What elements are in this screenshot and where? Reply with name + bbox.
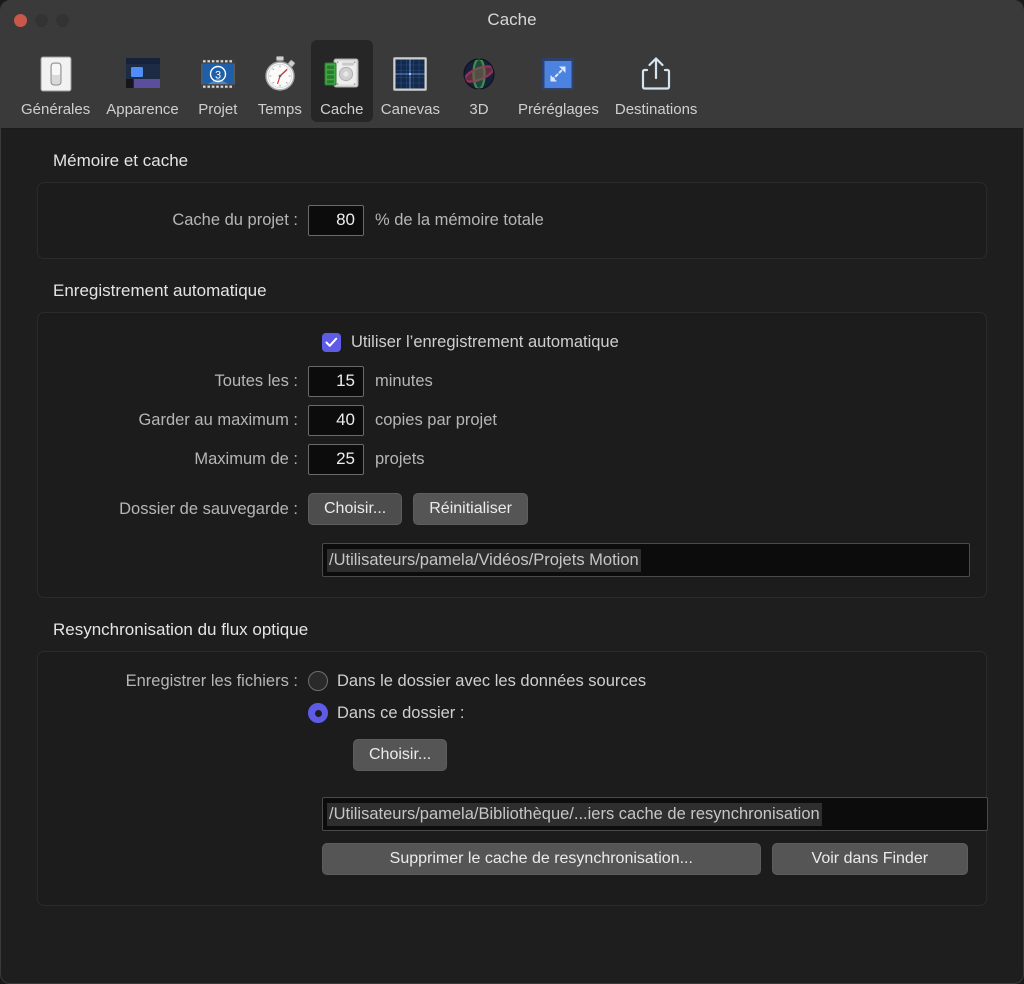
autosave-choose-button[interactable]: Choisir... [308, 493, 402, 525]
tab-generales[interactable]: Générales [13, 40, 98, 122]
autosave-max-copies-row: Garder au maximum : copies par projet [56, 405, 968, 436]
tab-label: Apparence [106, 101, 179, 118]
retiming-option-this-folder-row[interactable]: Dans ce dossier : [56, 703, 968, 723]
retiming-option-source-label: Dans le dossier avec les données sources [337, 672, 646, 691]
autosave-interval-input[interactable] [308, 366, 364, 397]
project-cache-label: Cache du projet : [56, 211, 308, 230]
share-export-icon [633, 51, 679, 97]
hard-disk-icon [319, 51, 365, 97]
tab-3d[interactable]: 3D [448, 40, 510, 122]
close-button[interactable] [14, 14, 27, 27]
section-title-memory: Mémoire et cache [53, 151, 987, 171]
retiming-path-value: /Utilisateurs/pamela/Bibliothèque/...ier… [327, 803, 822, 826]
tab-label: 3D [469, 101, 488, 118]
tab-cache[interactable]: Cache [311, 40, 373, 122]
retiming-path-field[interactable]: /Utilisateurs/pamela/Bibliothèque/...ier… [322, 797, 988, 831]
tab-projet[interactable]: 3 Projet [187, 40, 249, 122]
radio-this-folder-icon[interactable] [308, 703, 328, 723]
traffic-lights [1, 14, 69, 27]
project-cache-row: Cache du projet : % de la mémoire totale [56, 205, 968, 236]
tab-temps[interactable]: Temps [249, 40, 311, 122]
radio-source-folder-icon[interactable] [308, 671, 328, 691]
autosave-max-projects-row: Maximum de : projets [56, 444, 968, 475]
minimize-button[interactable] [35, 14, 48, 27]
retiming-action-buttons: Supprimer le cache de resynchronisation.… [322, 843, 968, 875]
autosave-reset-button[interactable]: Réinitialiser [413, 493, 528, 525]
tab-canevas[interactable]: Canevas [373, 40, 448, 122]
retiming-option-source-row[interactable]: Enregistrer les fichiers : Dans le dossi… [56, 671, 968, 691]
appearance-icon [120, 51, 166, 97]
autosave-path-value: /Utilisateurs/pamela/Vidéos/Projets Moti… [327, 549, 641, 572]
tab-destinations[interactable]: Destinations [607, 40, 706, 122]
autosave-max-projects-suffix: projets [375, 450, 425, 469]
autosave-interval-suffix: minutes [375, 372, 433, 391]
stopwatch-icon [257, 51, 303, 97]
autosave-interval-label: Toutes les : [56, 372, 308, 391]
retiming-reveal-finder-button[interactable]: Voir dans Finder [772, 843, 968, 875]
autosave-max-copies-suffix: copies par projet [375, 411, 497, 430]
retiming-delete-cache-button[interactable]: Supprimer le cache de resynchronisation.… [322, 843, 761, 875]
tab-label: Temps [258, 101, 302, 118]
autosave-group: Utiliser l’enregistrement automatique To… [37, 312, 987, 598]
canvas-grid-icon [387, 51, 433, 97]
tab-label: Projet [198, 101, 237, 118]
tab-label: Canevas [381, 101, 440, 118]
autosave-max-projects-label: Maximum de : [56, 450, 308, 469]
retiming-choose-button[interactable]: Choisir... [353, 739, 447, 771]
retiming-choose-row: Choisir... [56, 739, 968, 771]
title-bar: Cache [1, 1, 1023, 39]
autosave-folder-row: Dossier de sauvegarde : Choisir... Réini… [56, 493, 968, 525]
checkbox-icon[interactable] [322, 333, 341, 352]
autosave-enable-row[interactable]: Utiliser l’enregistrement automatique [56, 333, 968, 352]
retiming-option-this-folder-label: Dans ce dossier : [337, 704, 464, 723]
project-cache-suffix: % de la mémoire totale [375, 211, 544, 230]
maximize-button[interactable] [56, 14, 69, 27]
sphere-3d-icon [456, 51, 502, 97]
autosave-folder-label: Dossier de sauvegarde : [56, 500, 308, 519]
tab-apparence[interactable]: Apparence [98, 40, 187, 122]
switch-icon [33, 51, 79, 97]
preferences-content: Mémoire et cache Cache du projet : % de … [1, 129, 1023, 984]
tab-label: Générales [21, 101, 90, 118]
autosave-folder-buttons: Choisir... Réinitialiser [308, 493, 528, 525]
tab-label: Destinations [615, 101, 698, 118]
memory-group: Cache du projet : % de la mémoire totale [37, 182, 987, 259]
autosave-path-field[interactable]: /Utilisateurs/pamela/Vidéos/Projets Moti… [322, 543, 970, 577]
autosave-interval-row: Toutes les : minutes [56, 366, 968, 397]
tab-prereglages[interactable]: Préréglages [510, 40, 607, 122]
window-title: Cache [1, 10, 1023, 30]
tab-label: Cache [320, 101, 363, 118]
preferences-window: Cache Générales [0, 0, 1024, 984]
retiming-save-label: Enregistrer les fichiers : [56, 672, 308, 691]
resize-arrows-icon [535, 51, 581, 97]
retiming-group: Enregistrer les fichiers : Dans le dossi… [37, 651, 987, 906]
autosave-max-projects-input[interactable] [308, 444, 364, 475]
section-title-retiming: Resynchronisation du flux optique [53, 620, 987, 640]
autosave-max-copies-label: Garder au maximum : [56, 411, 308, 430]
svg-text:3: 3 [215, 70, 221, 82]
project-cache-input[interactable] [308, 205, 364, 236]
section-title-autosave: Enregistrement automatique [53, 281, 987, 301]
preferences-toolbar: Générales Apparence [1, 39, 1023, 129]
autosave-enable-label: Utiliser l’enregistrement automatique [351, 333, 619, 352]
autosave-max-copies-input[interactable] [308, 405, 364, 436]
film-strip-icon: 3 [195, 51, 241, 97]
tab-label: Préréglages [518, 101, 599, 118]
